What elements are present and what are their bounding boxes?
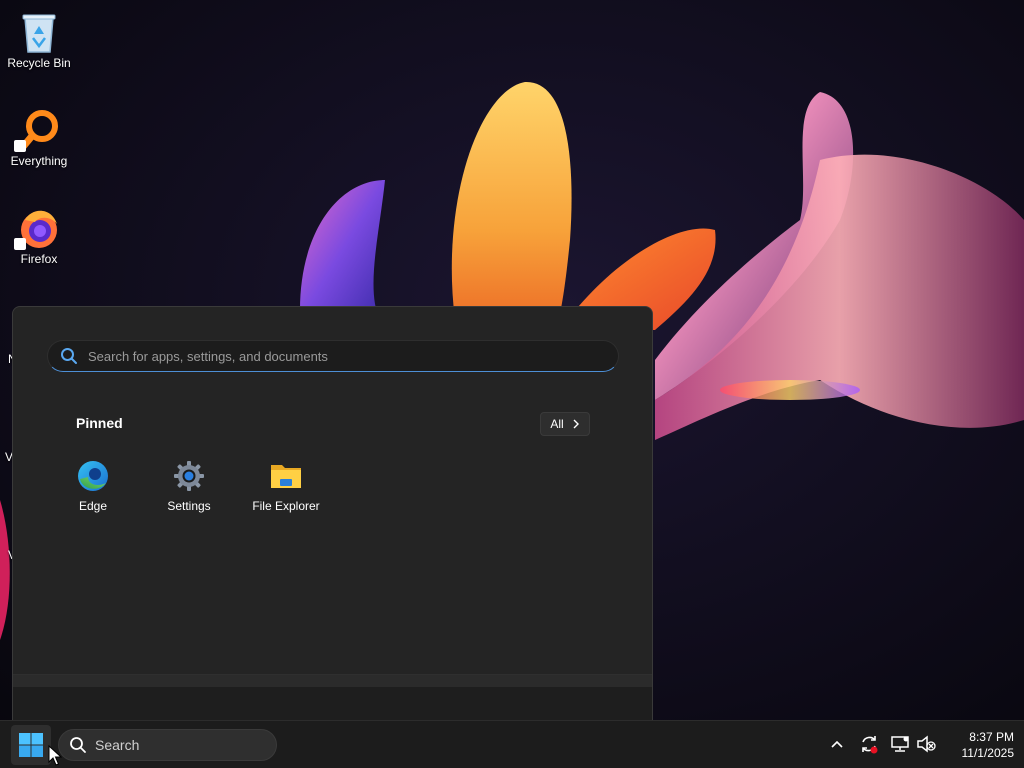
desktop-icon-recycle-bin[interactable]: Recycle Bin [4, 4, 74, 80]
taskbar-search-label: Search [95, 737, 140, 753]
network-icon [891, 736, 909, 752]
pinned-app-label: Settings [167, 499, 211, 513]
start-menu: Pinned All Edge [12, 306, 653, 720]
desktop-icon-label: Everything [10, 154, 68, 168]
desktop-icon-label: Firefox [20, 252, 58, 266]
edge-icon [78, 461, 108, 491]
pinned-section-title: Pinned [76, 415, 123, 431]
pinned-app-file-explorer[interactable]: File Explorer [241, 455, 331, 519]
taskbar: Search 8:37 PM 11/1/2025 [0, 720, 1024, 768]
recycle-bin-icon [22, 14, 56, 53]
shortcut-arrow-icon [14, 238, 26, 250]
tray-network-button[interactable] [889, 733, 911, 755]
start-menu-footer [13, 674, 652, 720]
pinned-app-label: Edge [78, 499, 108, 513]
desktop-icon-label: Recycle Bin [7, 56, 71, 70]
start-search-input[interactable] [86, 347, 618, 365]
shortcut-arrow-icon [14, 140, 26, 152]
windows-logo-icon [19, 733, 43, 757]
volume-muted-icon [917, 735, 936, 753]
all-apps-button[interactable]: All [540, 412, 590, 436]
chevron-up-icon [831, 740, 843, 748]
start-menu-footer-strip [13, 675, 652, 687]
settings-gear-icon [174, 461, 204, 491]
clock-time: 8:37 PM [969, 730, 1014, 744]
start-search-box[interactable] [47, 340, 619, 372]
pinned-app-settings[interactable]: Settings [144, 455, 234, 519]
start-button[interactable] [11, 725, 51, 765]
taskbar-search-box[interactable]: Search [58, 729, 277, 761]
tray-sync-button[interactable] [858, 733, 880, 755]
chevron-right-icon [573, 419, 579, 429]
mouse-cursor-icon [48, 745, 62, 766]
show-hidden-icons-button[interactable] [826, 733, 848, 755]
desktop-icon-everything[interactable]: Everything [4, 102, 74, 178]
search-icon [61, 348, 77, 364]
clock-date: 11/1/2025 [961, 746, 1015, 760]
search-icon [70, 737, 86, 753]
all-apps-label: All [550, 417, 564, 431]
taskbar-clock[interactable]: 8:37 PM 11/1/2025 [944, 729, 1015, 761]
pinned-app-label: File Explorer [252, 499, 320, 513]
desktop-icon-firefox[interactable]: Firefox [4, 200, 74, 276]
sync-icon [862, 736, 878, 754]
folder-icon [271, 465, 301, 488]
pinned-app-edge[interactable]: Edge [48, 455, 138, 519]
tray-volume-button[interactable] [915, 733, 937, 755]
